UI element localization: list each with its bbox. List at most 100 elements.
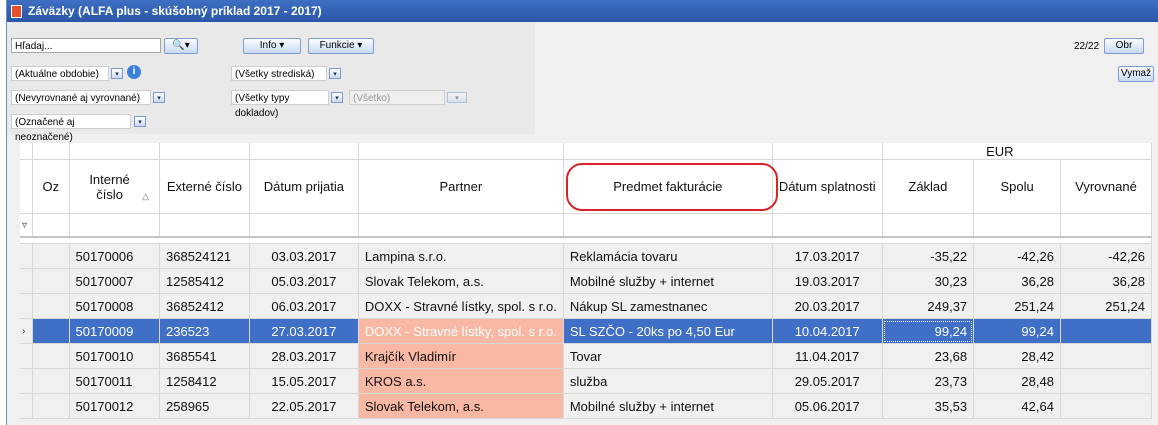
table-row[interactable]: 50170006 368524121 03.03.2017 Lampina s.r.o… [20,243,1153,269]
external-number-cell[interactable]: 12585412 [159,268,250,294]
settled-cell[interactable]: -42,26 [1060,243,1153,269]
due-date-cell[interactable]: 19.03.2017 [772,268,883,294]
info-button[interactable]: Info ▾ [243,38,301,54]
doctype-select[interactable]: (Všetky typy dokladov) [231,90,329,119]
invoice-subject-cell[interactable]: Mobilné služby + internet [563,268,773,294]
invoice-subject-cell[interactable]: Mobilné služby + internet [563,393,773,419]
doctype-dropdown[interactable]: ▾ [331,92,343,103]
base-cell[interactable]: 249,37 [882,293,975,319]
table-row[interactable]: 50170007 12585412 05.03.2017 Slovak Telekom… [20,268,1153,294]
filter-cell[interactable] [772,213,883,238]
partner-cell[interactable]: Slovak Telekom, a.s. [358,393,564,419]
total-cell[interactable]: -42,26 [973,243,1061,269]
filter-cell[interactable] [32,213,70,238]
row-indicator[interactable] [20,293,33,319]
due-date-cell[interactable]: 20.03.2017 [772,293,883,319]
due-date-cell[interactable]: 11.04.2017 [772,343,883,369]
internal-number-cell[interactable]: 50170009 [69,318,161,344]
table-row[interactable]: 50170012 258965 22.05.2017 Slovak Telekom, … [20,393,1153,419]
base-cell[interactable]: 23,73 [882,368,975,394]
received-date-cell[interactable]: 28.03.2017 [249,343,359,369]
period-select[interactable]: (Aktuálne obdobie) [11,66,109,81]
row-indicator[interactable] [20,268,33,294]
mark-select[interactable]: (Označené aj neoznačené) [11,114,131,143]
settled-cell[interactable] [1060,343,1153,369]
due-date-cell[interactable]: 17.03.2017 [772,243,883,269]
col-partner-header[interactable]: Partner [358,159,564,214]
settle-select[interactable]: (Nevyrovnané aj vyrovnané) [11,90,151,105]
filter-cell[interactable] [882,213,975,238]
row-indicator[interactable]: › [20,318,33,344]
info-icon[interactable]: i [127,65,141,79]
table-row[interactable]: 50170008 36852412 06.03.2017 DOXX - Stravné… [20,293,1153,319]
internal-number-cell[interactable]: 50170006 [69,243,161,269]
filter-cell[interactable] [973,213,1061,238]
received-date-cell[interactable]: 05.03.2017 [249,268,359,294]
row-indicator[interactable] [20,393,33,419]
mark-dropdown[interactable]: ▾ [134,116,146,127]
internal-number-cell[interactable]: 50170011 [69,368,161,394]
oz-cell[interactable] [32,318,70,344]
due-date-cell[interactable]: 10.04.2017 [772,318,883,344]
external-number-cell[interactable]: 258965 [159,393,250,419]
settled-cell[interactable]: 36,28 [1060,268,1153,294]
filter-cell[interactable] [69,213,161,238]
oz-cell[interactable] [32,368,70,394]
oz-cell[interactable] [32,243,70,269]
invoice-subject-cell[interactable]: služba [563,368,773,394]
total-cell[interactable]: 42,64 [973,393,1061,419]
settled-cell[interactable] [1060,368,1153,394]
filter-icon[interactable]: ▿ [20,213,33,238]
received-date-cell[interactable]: 22.05.2017 [249,393,359,419]
search-input[interactable]: Hľadaj... [11,38,161,53]
settled-cell[interactable]: 251,24 [1060,293,1153,319]
col-base-header[interactable]: Základ [882,159,975,214]
obr-button[interactable]: Obr [1104,38,1144,54]
col-settled-header[interactable]: Vyrovnané [1060,159,1153,214]
filter-cell[interactable] [159,213,250,238]
internal-number-cell[interactable]: 50170007 [69,268,161,294]
col-external-number-header[interactable]: Externé číslo [159,159,250,214]
received-date-cell[interactable]: 03.03.2017 [249,243,359,269]
received-date-cell[interactable]: 06.03.2017 [249,293,359,319]
partner-cell[interactable]: Krajčík Vladimír [358,343,564,369]
oz-cell[interactable] [32,268,70,294]
table-row[interactable]: › 50170009 236523 27.03.2017 DOXX - Stravné … [20,318,1153,344]
base-cell[interactable]: 30,23 [882,268,975,294]
row-indicator[interactable] [20,243,33,269]
external-number-cell[interactable]: 368524121 [159,243,250,269]
external-number-cell[interactable]: 36852412 [159,293,250,319]
base-cell[interactable]: 35,53 [882,393,975,419]
row-indicator[interactable] [20,343,33,369]
invoice-subject-cell[interactable]: Nákup SL zamestnanec [563,293,773,319]
doctype-sub-select[interactable]: (Všetko) [349,90,445,105]
base-cell[interactable]: 23,68 [882,343,975,369]
oz-cell[interactable] [32,343,70,369]
partner-cell[interactable]: DOXX - Stravné lístky, spol. s r.o. [358,293,564,319]
total-cell[interactable]: 251,24 [973,293,1061,319]
filter-cell[interactable] [358,213,564,238]
due-date-cell[interactable]: 29.05.2017 [772,368,883,394]
center-select[interactable]: (Všetky strediská) [231,66,327,81]
settle-dropdown[interactable]: ▾ [153,92,165,103]
col-oz-header[interactable]: Oz [32,159,70,214]
row-indicator[interactable] [20,368,33,394]
partner-cell[interactable]: KROS a.s. [358,368,564,394]
vymaz-button[interactable]: Vymaž [1118,66,1154,82]
internal-number-cell[interactable]: 50170012 [69,393,161,419]
total-cell[interactable]: 28,48 [973,368,1061,394]
table-row[interactable]: 50170011 1258412 15.05.2017 KROS a.s. služba… [20,368,1153,394]
col-total-header[interactable]: Spolu [973,159,1061,214]
settled-cell[interactable] [1060,393,1153,419]
table-row[interactable]: 50170010 3685541 28.03.2017 Krajčík Vladimí… [20,343,1153,369]
filter-cell[interactable] [563,213,773,238]
base-cell[interactable]: -35,22 [882,243,975,269]
due-date-cell[interactable]: 05.06.2017 [772,393,883,419]
total-cell[interactable]: 36,28 [973,268,1061,294]
received-date-cell[interactable]: 15.05.2017 [249,368,359,394]
partner-cell[interactable]: DOXX - Stravné lístky, spol. s r.o. [358,318,564,344]
col-invoice-subject-header[interactable]: Predmet fakturácie [563,159,773,214]
oz-cell[interactable] [32,293,70,319]
oz-cell[interactable] [32,393,70,419]
filter-cell[interactable] [1060,213,1153,238]
